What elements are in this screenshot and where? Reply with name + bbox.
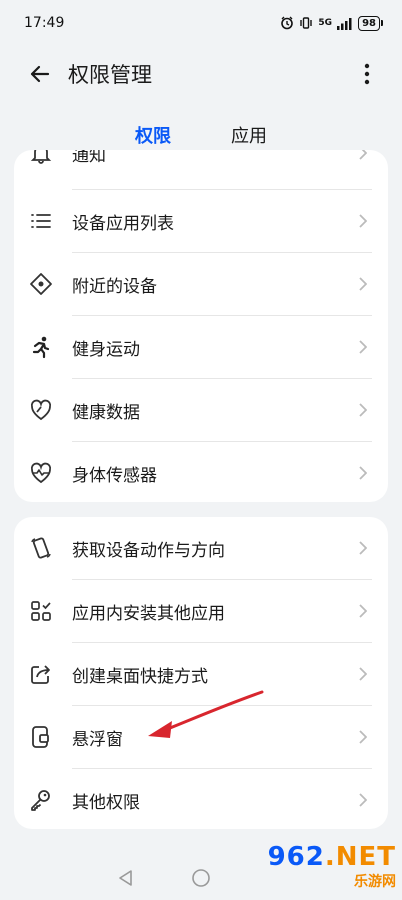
home-circle-icon[interactable]: [191, 868, 211, 888]
permission-label: 其他权限: [72, 792, 140, 813]
back-button[interactable]: [20, 54, 60, 94]
status-icons: 5G 98: [280, 15, 383, 31]
permission-row-device-app-list[interactable]: 设备应用列表: [14, 190, 388, 252]
permission-row-body-sensors[interactable]: 身体传感器: [14, 442, 388, 502]
alarm-icon: [281, 16, 294, 30]
back-arrow-icon: [30, 65, 50, 83]
permission-label: 附近的设备: [72, 276, 157, 297]
permission-label: 获取设备动作与方向: [72, 540, 225, 561]
permission-label: 通知: [72, 150, 106, 166]
chevron-right-icon: [352, 730, 372, 744]
chevron-right-icon: [352, 277, 372, 291]
permission-row-floating-window[interactable]: 悬浮窗: [14, 706, 388, 768]
more-vertical-icon: [364, 63, 370, 85]
permission-row-other[interactable]: 其他权限: [14, 769, 388, 829]
heartbeat-icon: [26, 458, 56, 488]
permission-label: 悬浮窗: [72, 729, 123, 750]
permission-row-device-motion[interactable]: 获取设备动作与方向: [14, 517, 388, 579]
chevron-right-icon: [352, 214, 372, 228]
permission-row-partial[interactable]: 通知: [14, 150, 388, 184]
permission-label: 应用内安装其他应用: [72, 603, 225, 624]
more-options-button[interactable]: [352, 54, 382, 94]
permission-row-nearby-devices[interactable]: 附近的设备: [14, 253, 388, 315]
share-shortcut-icon: [26, 659, 56, 689]
bell-icon: [26, 150, 56, 168]
status-time: 17:49: [24, 15, 65, 31]
chevron-right-icon: [352, 541, 372, 555]
permission-row-install-apps[interactable]: 应用内安装其他应用: [14, 580, 388, 642]
chevron-right-icon: [352, 150, 372, 160]
permission-label: 创建桌面快捷方式: [72, 666, 208, 687]
chevron-right-icon: [352, 403, 372, 417]
back-triangle-icon[interactable]: [117, 869, 135, 887]
chevron-right-icon: [352, 466, 372, 480]
permission-label: 健康数据: [72, 402, 140, 423]
battery-icon: 98: [358, 15, 383, 31]
watermark-main: 962: [267, 842, 325, 872]
watermark-logo: 962.NET 乐游网: [266, 840, 396, 894]
page-title: 权限管理: [68, 63, 152, 87]
health-data-icon: [26, 395, 56, 425]
permission-row-desktop-shortcut[interactable]: 创建桌面快捷方式: [14, 643, 388, 705]
network-type: 5G: [318, 18, 333, 28]
battery-level: 98: [362, 17, 376, 29]
watermark-sub: 乐游网: [354, 874, 396, 890]
permission-label: 健身运动: [72, 339, 140, 360]
running-person-icon: [26, 332, 56, 362]
permission-row-fitness[interactable]: 健身运动: [14, 316, 388, 378]
device-motion-icon: [26, 533, 56, 563]
chevron-right-icon: [352, 604, 372, 618]
watermark-suffix: .NET: [324, 842, 396, 872]
permission-group-2: 获取设备动作与方向 应用内安装其他应用 创建桌面快捷方式 悬浮窗 其他权限: [14, 517, 388, 829]
permission-group-1: 通知 设备应用列表 附近的设备 健身运动 健康数据 身体传感器: [14, 150, 388, 502]
chevron-right-icon: [352, 340, 372, 354]
app-bar: 权限管理: [0, 48, 402, 100]
list-icon: [26, 206, 56, 236]
permission-label: 设备应用列表: [72, 213, 174, 234]
permission-label: 身体传感器: [72, 465, 157, 486]
vibrate-icon: [300, 17, 313, 29]
floating-window-icon: [26, 722, 56, 752]
signal-icon: [337, 17, 352, 30]
key-icon: [26, 785, 56, 815]
permission-row-health-data[interactable]: 健康数据: [14, 379, 388, 441]
status-bar: 17:49 5G 98: [0, 0, 402, 46]
chevron-right-icon: [352, 793, 372, 807]
nearby-devices-icon: [26, 269, 56, 299]
app-grid-icon: [26, 596, 56, 626]
chevron-right-icon: [352, 667, 372, 681]
